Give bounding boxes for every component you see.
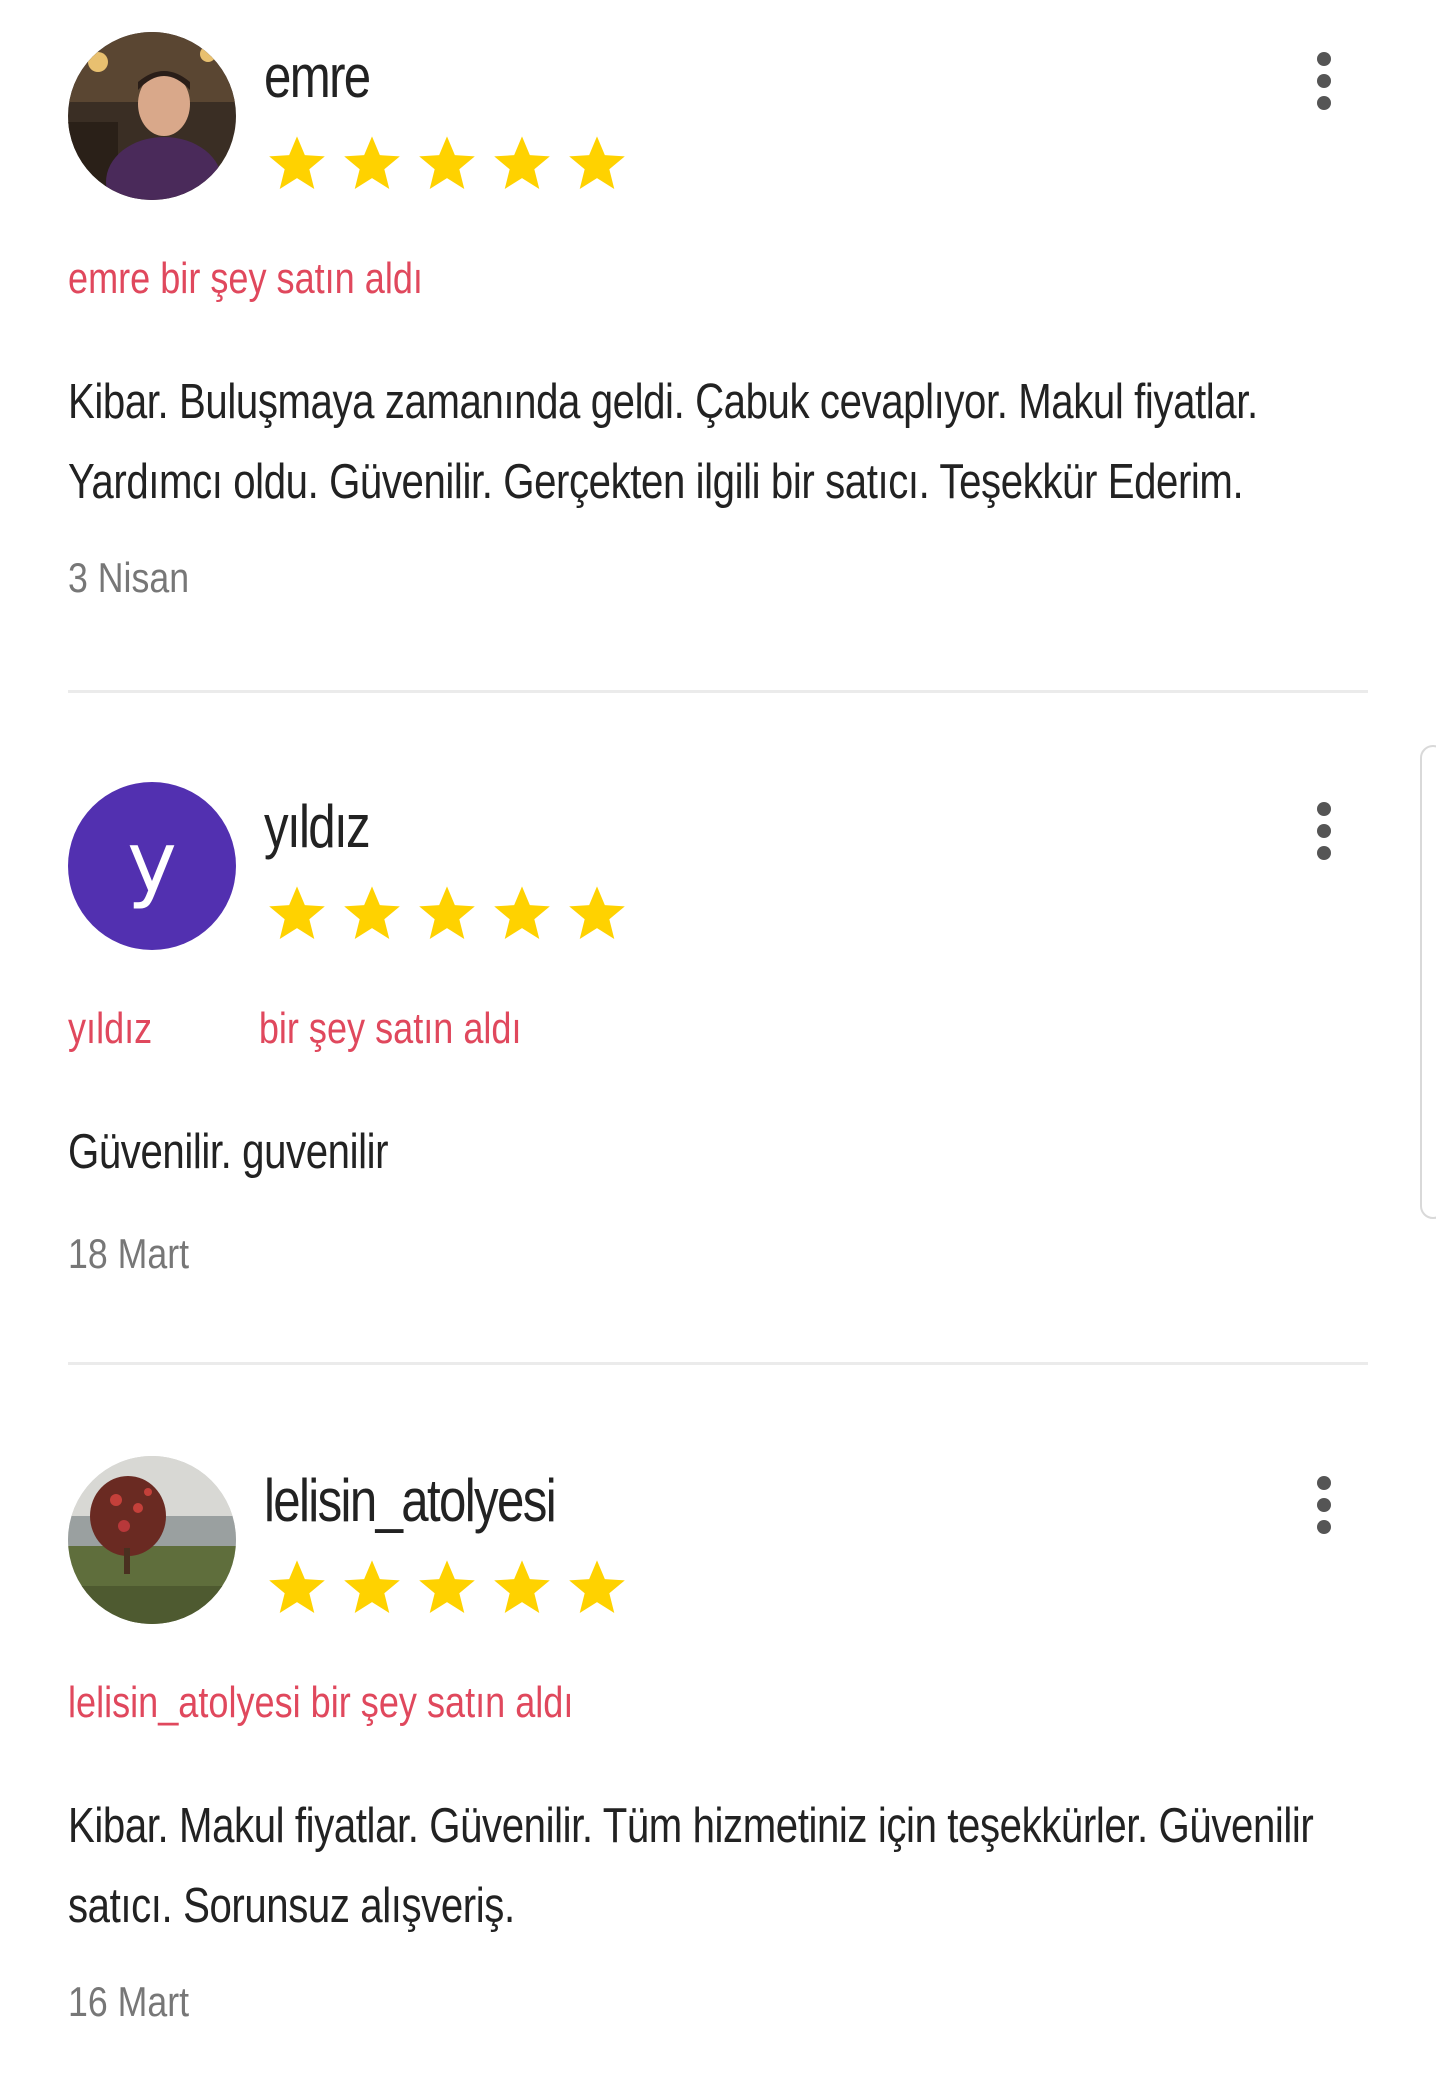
user-photo-icon — [68, 32, 236, 200]
more-options-button[interactable] — [1300, 1470, 1348, 1540]
purchase-buyer[interactable]: yıldız — [68, 1004, 152, 1053]
user-photo-icon — [68, 1456, 236, 1624]
more-vertical-icon — [1317, 1476, 1331, 1490]
star-icon — [268, 1558, 326, 1616]
divider — [68, 1362, 1368, 1365]
star-icon — [343, 884, 401, 942]
star-rating — [268, 134, 626, 192]
more-options-button[interactable] — [1300, 796, 1348, 866]
review-text: Kibar. Buluşmaya zamanında geldi. Çabuk … — [68, 375, 1258, 509]
purchase-note: lelisin_atolyesi bir şey satın aldı — [68, 1678, 573, 1728]
star-icon — [418, 884, 476, 942]
star-icon — [568, 884, 626, 942]
purchase-text: bir şey satın aldı — [258, 1004, 522, 1053]
star-icon — [493, 884, 551, 942]
more-options-button[interactable] — [1300, 46, 1348, 116]
avatar-letter: y — [127, 813, 177, 911]
purchase-note: emre bir şey satın aldı — [68, 254, 423, 304]
purchase-note: yıldız bir şey satın aldı — [68, 1004, 522, 1054]
divider — [68, 690, 1368, 693]
username[interactable]: yıldız — [264, 792, 371, 861]
star-rating — [268, 884, 626, 942]
star-rating — [268, 1558, 626, 1616]
purchase-buyer[interactable]: lelisin_atolyesi — [68, 1678, 301, 1727]
star-icon — [343, 1558, 401, 1616]
more-vertical-icon — [1317, 802, 1331, 816]
username[interactable]: emre — [264, 42, 371, 111]
star-icon — [568, 134, 626, 192]
more-vertical-icon — [1317, 52, 1331, 66]
username[interactable]: lelisin_atolyesi — [264, 1466, 557, 1535]
avatar[interactable]: y — [68, 782, 236, 950]
purchase-text: bir şey satın aldı — [310, 1678, 574, 1727]
review-text: Güvenilir. guvenilir — [68, 1125, 389, 1179]
purchase-text: bir şey satın aldı — [160, 254, 423, 303]
star-icon — [268, 884, 326, 942]
star-icon — [418, 134, 476, 192]
purchase-buyer[interactable]: emre — [68, 254, 150, 303]
review-date: 16 Mart — [68, 1978, 190, 2025]
scrollbar[interactable] — [1420, 745, 1436, 1219]
star-icon — [493, 134, 551, 192]
review-date: 3 Nisan — [68, 554, 190, 601]
star-icon — [568, 1558, 626, 1616]
star-icon — [418, 1558, 476, 1616]
avatar[interactable] — [68, 32, 236, 200]
star-icon — [268, 134, 326, 192]
star-icon — [493, 1558, 551, 1616]
review-text: Kibar. Makul fiyatlar. Güvenilir. Tüm hi… — [68, 1799, 1314, 1933]
review-date: 18 Mart — [68, 1230, 190, 1277]
star-icon — [343, 134, 401, 192]
avatar[interactable] — [68, 1456, 236, 1624]
